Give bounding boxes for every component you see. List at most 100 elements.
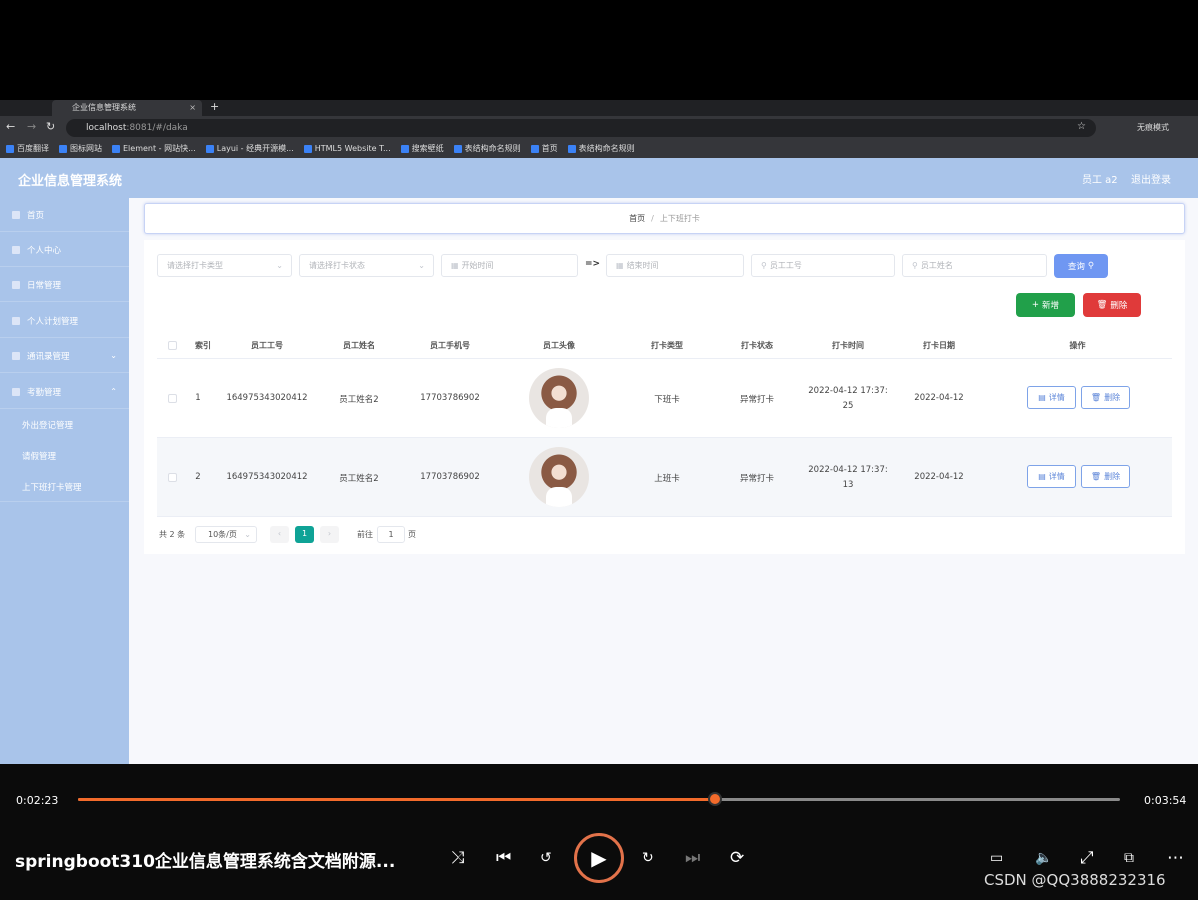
prev-page-button[interactable]: ‹ (270, 526, 289, 543)
cell-type: 下班卡 (654, 395, 680, 405)
new-tab-button[interactable]: + (210, 100, 219, 114)
next-icon[interactable]: ⏭ (685, 848, 700, 868)
back-icon[interactable]: ← (6, 120, 15, 133)
cell-time-line1: 2022-04-12 17:37: (808, 465, 888, 475)
detail-button[interactable]: ▤ 详情 (1027, 386, 1076, 409)
bookmark-icon (400, 145, 409, 153)
range-separator: => (585, 259, 601, 269)
clock-type-select[interactable]: 请选择打卡类型 ⌄ (157, 254, 292, 277)
url-path: :8081/#/daka (126, 123, 188, 133)
browser-tab[interactable]: 企业信息管理系统 × (52, 100, 202, 116)
bookmark-item[interactable]: Layui - 经典开源模... (205, 140, 294, 158)
cell-emp-no: 164975343020412 (226, 393, 308, 403)
breadcrumb-home[interactable]: 首页 (629, 213, 645, 224)
bookmark-item[interactable]: 图标网站 (59, 140, 102, 158)
sidebar-item-attendance[interactable]: 考勤管理 ⌃ (0, 375, 129, 409)
goto-page-input[interactable]: 1 (377, 526, 405, 543)
employee-name-input[interactable]: ⚲ 员工姓名 (902, 254, 1047, 277)
button-label: 详情 (1048, 393, 1065, 402)
sidebar-item-label: 个人计划管理 (27, 316, 79, 327)
volume-icon[interactable]: 🔈 (1035, 850, 1052, 866)
bookmark-item[interactable]: 百度翻译 (6, 140, 49, 158)
miniplayer-icon[interactable]: ⧉ (1124, 850, 1134, 866)
url-field[interactable]: localhost:8081/#/daka (66, 119, 1096, 137)
input-placeholder: 员工工号 (769, 261, 802, 270)
more-icon[interactable]: ⋯ (1167, 848, 1184, 868)
user-icon (12, 245, 20, 254)
bookmark-icon (530, 145, 539, 153)
bookmark-item[interactable]: 搜索壁纸 (400, 140, 444, 158)
chevron-down-icon: ⌄ (418, 261, 425, 270)
next-page-button[interactable]: › (320, 526, 339, 543)
end-time-input[interactable]: ▦ 结束时间 (606, 254, 744, 277)
page-suffix: 页 (408, 530, 416, 539)
sidebar-item-label: 日常管理 (27, 280, 62, 291)
play-button[interactable]: ▶ (574, 833, 624, 883)
calendar-icon: ▦ (616, 261, 624, 270)
cell-phone: 17703786902 (420, 472, 480, 482)
sidebar-subitem-outing[interactable]: 外出登记管理 (0, 410, 129, 440)
row-checkbox[interactable] (168, 394, 177, 403)
employee-no-input[interactable]: ⚲ 员工工号 (751, 254, 895, 277)
cell-emp-no: 164975343020412 (226, 472, 308, 482)
bookmark-icon (6, 145, 14, 153)
subtitles-icon[interactable]: ▭ (990, 850, 1003, 866)
sidebar-item-home[interactable]: 首页 (0, 198, 129, 232)
page-number-current[interactable]: 1 (295, 526, 314, 543)
start-time-input[interactable]: ▦ 开始时间 (441, 254, 578, 277)
select-all-checkbox[interactable] (168, 341, 177, 350)
duration-time: 0:03:54 (1144, 794, 1187, 807)
expand-icon[interactable]: ⤢ (1080, 848, 1094, 868)
bookmark-label: 表结构命名规则 (464, 144, 521, 153)
select-placeholder: 请选择打卡状态 (309, 261, 365, 270)
add-button[interactable]: + 新增 (1016, 293, 1075, 317)
clock-status-select[interactable]: 请选择打卡状态 ⌄ (299, 254, 434, 277)
breadcrumb-current: 上下班打卡 (659, 214, 700, 223)
cell-index: 2 (195, 472, 201, 482)
detail-button[interactable]: ▤ 详情 (1027, 465, 1076, 488)
sidebar-subitem-leave[interactable]: 请假管理 (0, 441, 129, 471)
app-header (0, 158, 1198, 198)
row-delete-button[interactable]: 🗑 删除 (1081, 386, 1130, 409)
button-label: 查询 (1067, 262, 1085, 272)
grid-icon (12, 387, 20, 396)
button-label: 新增 (1042, 301, 1060, 311)
th-index: 索引 (195, 341, 211, 350)
bookmark-item[interactable]: Element - 网站快... (112, 140, 196, 158)
th-status: 打卡状态 (741, 341, 773, 350)
star-icon[interactable]: ☆ (1077, 121, 1086, 132)
bookmark-item[interactable]: HTML5 Website T... (303, 140, 391, 158)
sidebar-subitem-clock[interactable]: 上下班打卡管理 (0, 472, 129, 502)
bookmark-item[interactable]: 表结构命名规则 (453, 140, 521, 158)
forward-icon[interactable]: → (27, 120, 36, 133)
sidebar-item-daily[interactable]: 日常管理 (0, 268, 129, 302)
cell-type: 上班卡 (654, 474, 680, 484)
row-checkbox[interactable] (168, 473, 177, 482)
sidebar-item-contacts[interactable]: 通讯录管理 ⌄ (0, 339, 129, 373)
bookmark-item[interactable]: 表结构命名规则 (567, 140, 635, 158)
bookmark-label: HTML5 Website T... (314, 144, 391, 153)
bookmark-item[interactable]: 首页 (530, 140, 558, 158)
previous-icon[interactable]: ⏮ (496, 848, 511, 868)
input-placeholder: 员工姓名 (920, 261, 953, 270)
close-icon[interactable]: × (189, 100, 196, 116)
app-title: 企业信息管理系统 (18, 174, 123, 189)
reload-icon[interactable]: ↻ (46, 120, 55, 133)
sidebar-item-plan[interactable]: 个人计划管理 (0, 304, 129, 338)
screenshot-stage: 企业信息管理系统 × + ← → ↻ localhost:8081/#/daka… (0, 0, 1198, 900)
search-button[interactable]: 查询 ⚲ (1054, 254, 1108, 278)
cell-phone: 17703786902 (420, 393, 480, 403)
progress-knob[interactable] (708, 792, 722, 806)
th-date: 打卡日期 (923, 341, 955, 350)
doc-icon: ▤ (1038, 472, 1046, 481)
shuffle-icon[interactable]: ⤨ (451, 848, 465, 868)
forward-30-icon[interactable]: ↻ (642, 850, 654, 866)
delete-button[interactable]: 🗑 删除 (1083, 293, 1141, 317)
rewind-10-icon[interactable]: ↺ (540, 850, 552, 866)
page-size-select[interactable]: 10条/页 ⌄ (195, 526, 257, 543)
repeat-off-icon[interactable]: ⟳ (730, 848, 744, 868)
logout-link[interactable]: 退出登录 (1131, 171, 1171, 186)
sidebar-item-profile[interactable]: 个人中心 (0, 233, 129, 267)
row-delete-button[interactable]: 🗑 删除 (1081, 465, 1130, 488)
incognito-label[interactable]: 无痕模式 (1137, 122, 1169, 133)
